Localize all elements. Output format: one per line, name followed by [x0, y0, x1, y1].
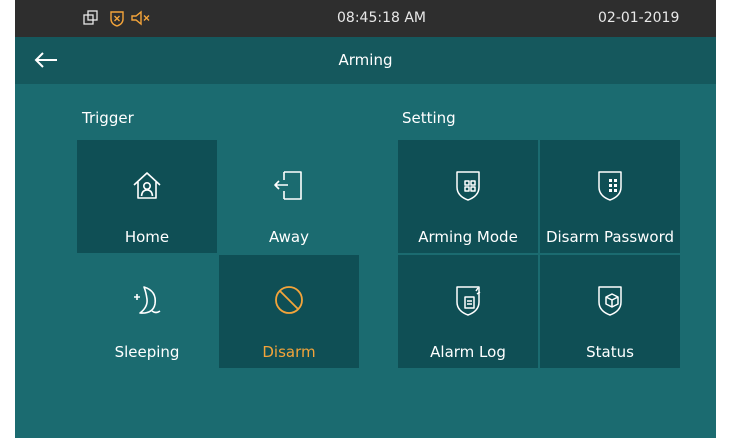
arming-screen: 08:45:18 AM 02-01-2019 Arming Trigger Se…: [15, 0, 716, 438]
prohibited-icon: [219, 283, 359, 317]
setting-grid: Arming Mode Disarm Password Alarm Log St…: [398, 140, 680, 368]
setting-status-button[interactable]: Status: [540, 255, 680, 368]
trigger-home-button[interactable]: Home: [77, 140, 217, 253]
setting-alarm-log-button[interactable]: Alarm Log: [398, 255, 538, 368]
screen-copy-icon: [82, 9, 100, 27]
trigger-away-button[interactable]: Away: [219, 140, 359, 253]
page-title: Arming: [338, 51, 393, 69]
setting-disarm-password-button[interactable]: Disarm Password: [540, 140, 680, 253]
tile-label: Alarm Log: [430, 343, 506, 361]
trigger-sleeping-button[interactable]: Sleeping: [77, 255, 217, 368]
trigger-section-label: Trigger: [82, 109, 134, 127]
tile-label: Sleeping: [114, 343, 180, 361]
setting-section-label: Setting: [402, 109, 456, 127]
title-bar: Arming: [15, 37, 716, 84]
home-icon: [77, 168, 217, 202]
trigger-disarm-button[interactable]: Disarm: [219, 255, 359, 368]
door-exit-icon: [219, 168, 359, 202]
tile-label: Disarm Password: [545, 228, 675, 246]
tile-label: Away: [269, 228, 309, 246]
moon-icon: [77, 283, 217, 317]
speaker-muted-icon: [130, 9, 150, 27]
clock-date: 02-01-2019: [598, 10, 680, 26]
clock-time: 08:45:18 AM: [337, 10, 426, 26]
shield-keypad-icon: [540, 168, 680, 202]
tile-label: Home: [124, 228, 170, 246]
shield-document-icon: [398, 283, 538, 317]
tile-label: Arming Mode: [418, 228, 518, 246]
trigger-grid: Home Away Sleeping Disarm: [77, 140, 359, 368]
tile-label: Status: [586, 343, 634, 361]
tile-label: Disarm: [262, 343, 316, 361]
shield-alert-icon: [108, 9, 126, 27]
status-bar: 08:45:18 AM 02-01-2019: [15, 0, 716, 37]
shield-grid-icon: [398, 168, 538, 202]
shield-cube-icon: [540, 283, 680, 317]
setting-arming-mode-button[interactable]: Arming Mode: [398, 140, 538, 253]
